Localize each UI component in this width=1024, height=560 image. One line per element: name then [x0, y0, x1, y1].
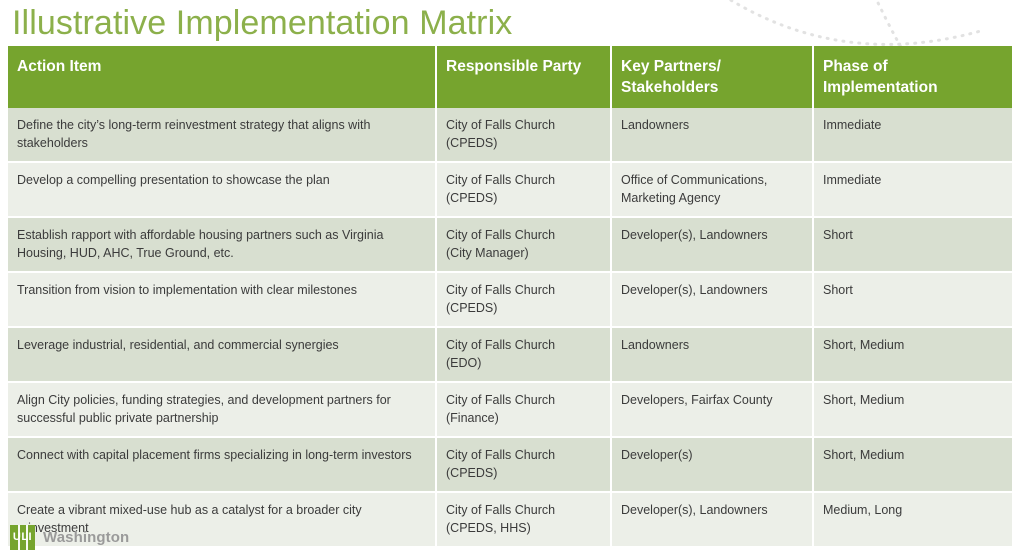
cell-responsible-party-line2: (CPEDS, HHS)	[446, 520, 531, 535]
table-row: Create a vibrant mixed-use hub as a cata…	[8, 493, 1012, 548]
cell-key-partners: Developers, Fairfax County	[612, 383, 814, 438]
column-header-key-partners-line1: Key Partners/	[621, 58, 721, 75]
cell-phase: Short	[814, 273, 1012, 328]
cell-responsible-party-line2: (CPEDS)	[446, 135, 498, 150]
column-header-key-partners: Key Partners/ Stakeholders	[612, 46, 814, 108]
table-row: Transition from vision to implementation…	[8, 273, 1012, 328]
cell-phase: Short	[814, 218, 1012, 273]
cell-action-item: Connect with capital placement firms spe…	[8, 438, 437, 493]
cell-phase: Immediate	[814, 108, 1012, 163]
cell-responsible-party-line1: City of Falls Church	[446, 228, 556, 242]
table-body: Define the city’s long-term reinvestment…	[8, 108, 1012, 548]
column-header-key-partners-line2: Stakeholders	[621, 79, 719, 96]
cell-action-item: Define the city’s long-term reinvestment…	[8, 108, 437, 163]
page-title: Illustrative Implementation Matrix	[12, 4, 513, 42]
table-row: Connect with capital placement firms spe…	[8, 438, 1012, 493]
implementation-matrix-table: Action Item Responsible Party Key Partne…	[8, 46, 1012, 548]
column-header-phase: Phase of Implementation	[814, 46, 1012, 108]
cell-key-partners: Landowners	[612, 328, 814, 383]
uli-washington-logo: ULI Washington	[10, 525, 129, 550]
cell-responsible-party: City of Falls Church (EDO)	[437, 328, 612, 383]
table-row: Establish rapport with affordable housin…	[8, 218, 1012, 273]
table-row: Leverage industrial, residential, and co…	[8, 328, 1012, 383]
table-header: Action Item Responsible Party Key Partne…	[8, 46, 1012, 108]
cell-responsible-party: City of Falls Church (CPEDS)	[437, 273, 612, 328]
cell-responsible-party-line2: (CPEDS)	[446, 300, 498, 315]
table-row: Align City policies, funding strategies,…	[8, 383, 1012, 438]
cell-responsible-party: City of Falls Church (Finance)	[437, 383, 612, 438]
slide-canvas: Illustrative Implementation Matrix Actio…	[0, 0, 1024, 560]
cell-phase: Medium, Long	[814, 493, 1012, 548]
cell-key-partners: Developer(s), Landowners	[612, 273, 814, 328]
cell-responsible-party-line2: (CPEDS)	[446, 190, 498, 205]
uli-logo-mark-text: ULI	[12, 531, 33, 543]
cell-action-item: Align City policies, funding strategies,…	[8, 383, 437, 438]
column-header-responsible-party-line1: Responsible Party	[446, 58, 582, 75]
cell-responsible-party: City of Falls Church (CPEDS)	[437, 163, 612, 218]
column-header-action-item: Action Item	[8, 46, 437, 108]
cell-responsible-party: City of Falls Church (City Manager)	[437, 218, 612, 273]
cell-action-item: Establish rapport with affordable housin…	[8, 218, 437, 273]
table-row: Develop a compelling presentation to sho…	[8, 163, 1012, 218]
cell-responsible-party-line1: City of Falls Church	[446, 338, 556, 352]
cell-responsible-party-line2: (Finance)	[446, 410, 499, 425]
cell-action-item: Transition from vision to implementation…	[8, 273, 437, 328]
cell-responsible-party: City of Falls Church (CPEDS)	[437, 108, 612, 163]
column-header-responsible-party: Responsible Party	[437, 46, 612, 108]
cell-responsible-party: City of Falls Church (CPEDS)	[437, 438, 612, 493]
cell-responsible-party-line2: (City Manager)	[446, 245, 529, 260]
cell-responsible-party-line1: City of Falls Church	[446, 393, 556, 407]
cell-key-partners: Developer(s), Landowners	[612, 493, 814, 548]
cell-responsible-party-line1: City of Falls Church	[446, 173, 556, 187]
cell-responsible-party-line1: City of Falls Church	[446, 448, 556, 462]
table-header-row: Action Item Responsible Party Key Partne…	[8, 46, 1012, 108]
uli-logo-wordmark: Washington	[43, 529, 130, 546]
table-row: Define the city’s long-term reinvestment…	[8, 108, 1012, 163]
column-header-phase-line1: Phase of	[823, 58, 888, 75]
cell-action-item: Develop a compelling presentation to sho…	[8, 163, 437, 218]
cell-key-partners: Developer(s)	[612, 438, 814, 493]
cell-responsible-party-line1: City of Falls Church	[446, 283, 556, 297]
cell-phase: Immediate	[814, 163, 1012, 218]
uli-logo-icon: ULI	[10, 525, 35, 550]
column-header-action-item-line1: Action Item	[17, 58, 102, 75]
cell-key-partners: Landowners	[612, 108, 814, 163]
cell-phase: Short, Medium	[814, 438, 1012, 493]
cell-action-item: Leverage industrial, residential, and co…	[8, 328, 437, 383]
cell-key-partners: Developer(s), Landowners	[612, 218, 814, 273]
cell-key-partners: Office of Communications, Marketing Agen…	[612, 163, 814, 218]
cell-responsible-party: City of Falls Church (CPEDS, HHS)	[437, 493, 612, 548]
cell-phase: Short, Medium	[814, 383, 1012, 438]
cell-phase: Short, Medium	[814, 328, 1012, 383]
cell-responsible-party-line1: City of Falls Church	[446, 503, 556, 517]
cell-responsible-party-line2: (CPEDS)	[446, 465, 498, 480]
column-header-phase-line2: Implementation	[823, 79, 938, 96]
cell-responsible-party-line1: City of Falls Church	[446, 118, 556, 132]
cell-responsible-party-line2: (EDO)	[446, 355, 482, 370]
